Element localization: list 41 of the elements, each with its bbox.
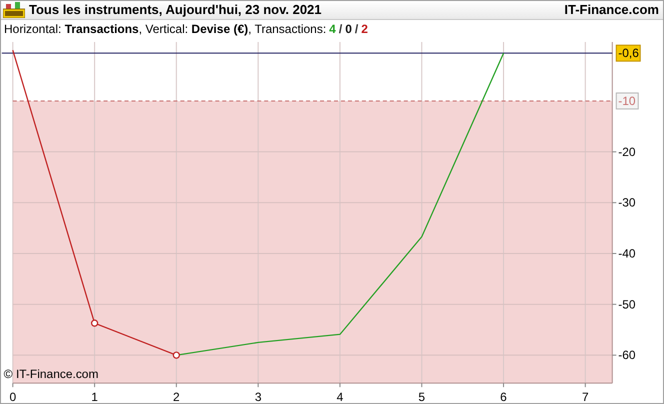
x-axis-label: 6 [500,382,507,403]
x-tick-label: 0 [9,390,16,404]
transaction-count: / [354,22,358,36]
brand-name: IT-Finance.com [564,2,659,18]
x-tick-label: 2 [173,390,180,404]
y-tick-label: -40 [618,246,636,260]
value-badge: -0,6 [616,44,641,62]
x-axis-label: 2 [173,382,180,403]
x-axis-label: 1 [91,382,98,403]
y-tick-label: -60 [618,348,636,362]
y-axis-label: -20 [612,144,636,159]
x-tick-label: 7 [582,390,589,404]
x-axis-label: 7 [582,382,589,403]
chart-title: Tous les instruments, Aujourd'hui, 23 nov. 2021 [29,2,322,18]
y-axis-label: -60 [612,348,636,362]
x-axis-label: 5 [418,382,426,403]
y-tick-label: -20 [618,144,636,159]
y-tick-label: -30 [618,196,636,210]
x-axis-label: 3 [254,382,262,403]
y-axis-label: -40 [612,246,636,260]
x-axis-label: 0 [9,382,16,403]
transaction-count: / [338,22,342,36]
transaction-count: 0 [345,22,352,36]
transaction-count: 4 [329,22,336,36]
x-tick-label: 5 [418,390,426,404]
demo-icon [3,2,25,18]
data-point [91,319,98,327]
chart-description: Horizontal: Transactions, Vertical: Devise (€), Transactions: [4,22,326,36]
x-tick-label: 3 [254,390,262,404]
x-tick-label: 1 [91,390,98,404]
data-point [172,352,180,359]
x-axis-label: 4 [336,382,344,403]
y-tick-label: -50 [618,297,636,312]
ref-line-label: -10 [618,94,636,108]
chart-credit: © IT-Finance.com [4,367,98,382]
y-axis-label: -50 [612,297,636,312]
transaction-count: 2 [361,22,368,36]
x-tick-label: 4 [336,390,344,404]
value-badge: -10 [616,92,639,110]
y-axis-label: -30 [612,196,636,210]
x-tick-label: 6 [500,390,508,404]
